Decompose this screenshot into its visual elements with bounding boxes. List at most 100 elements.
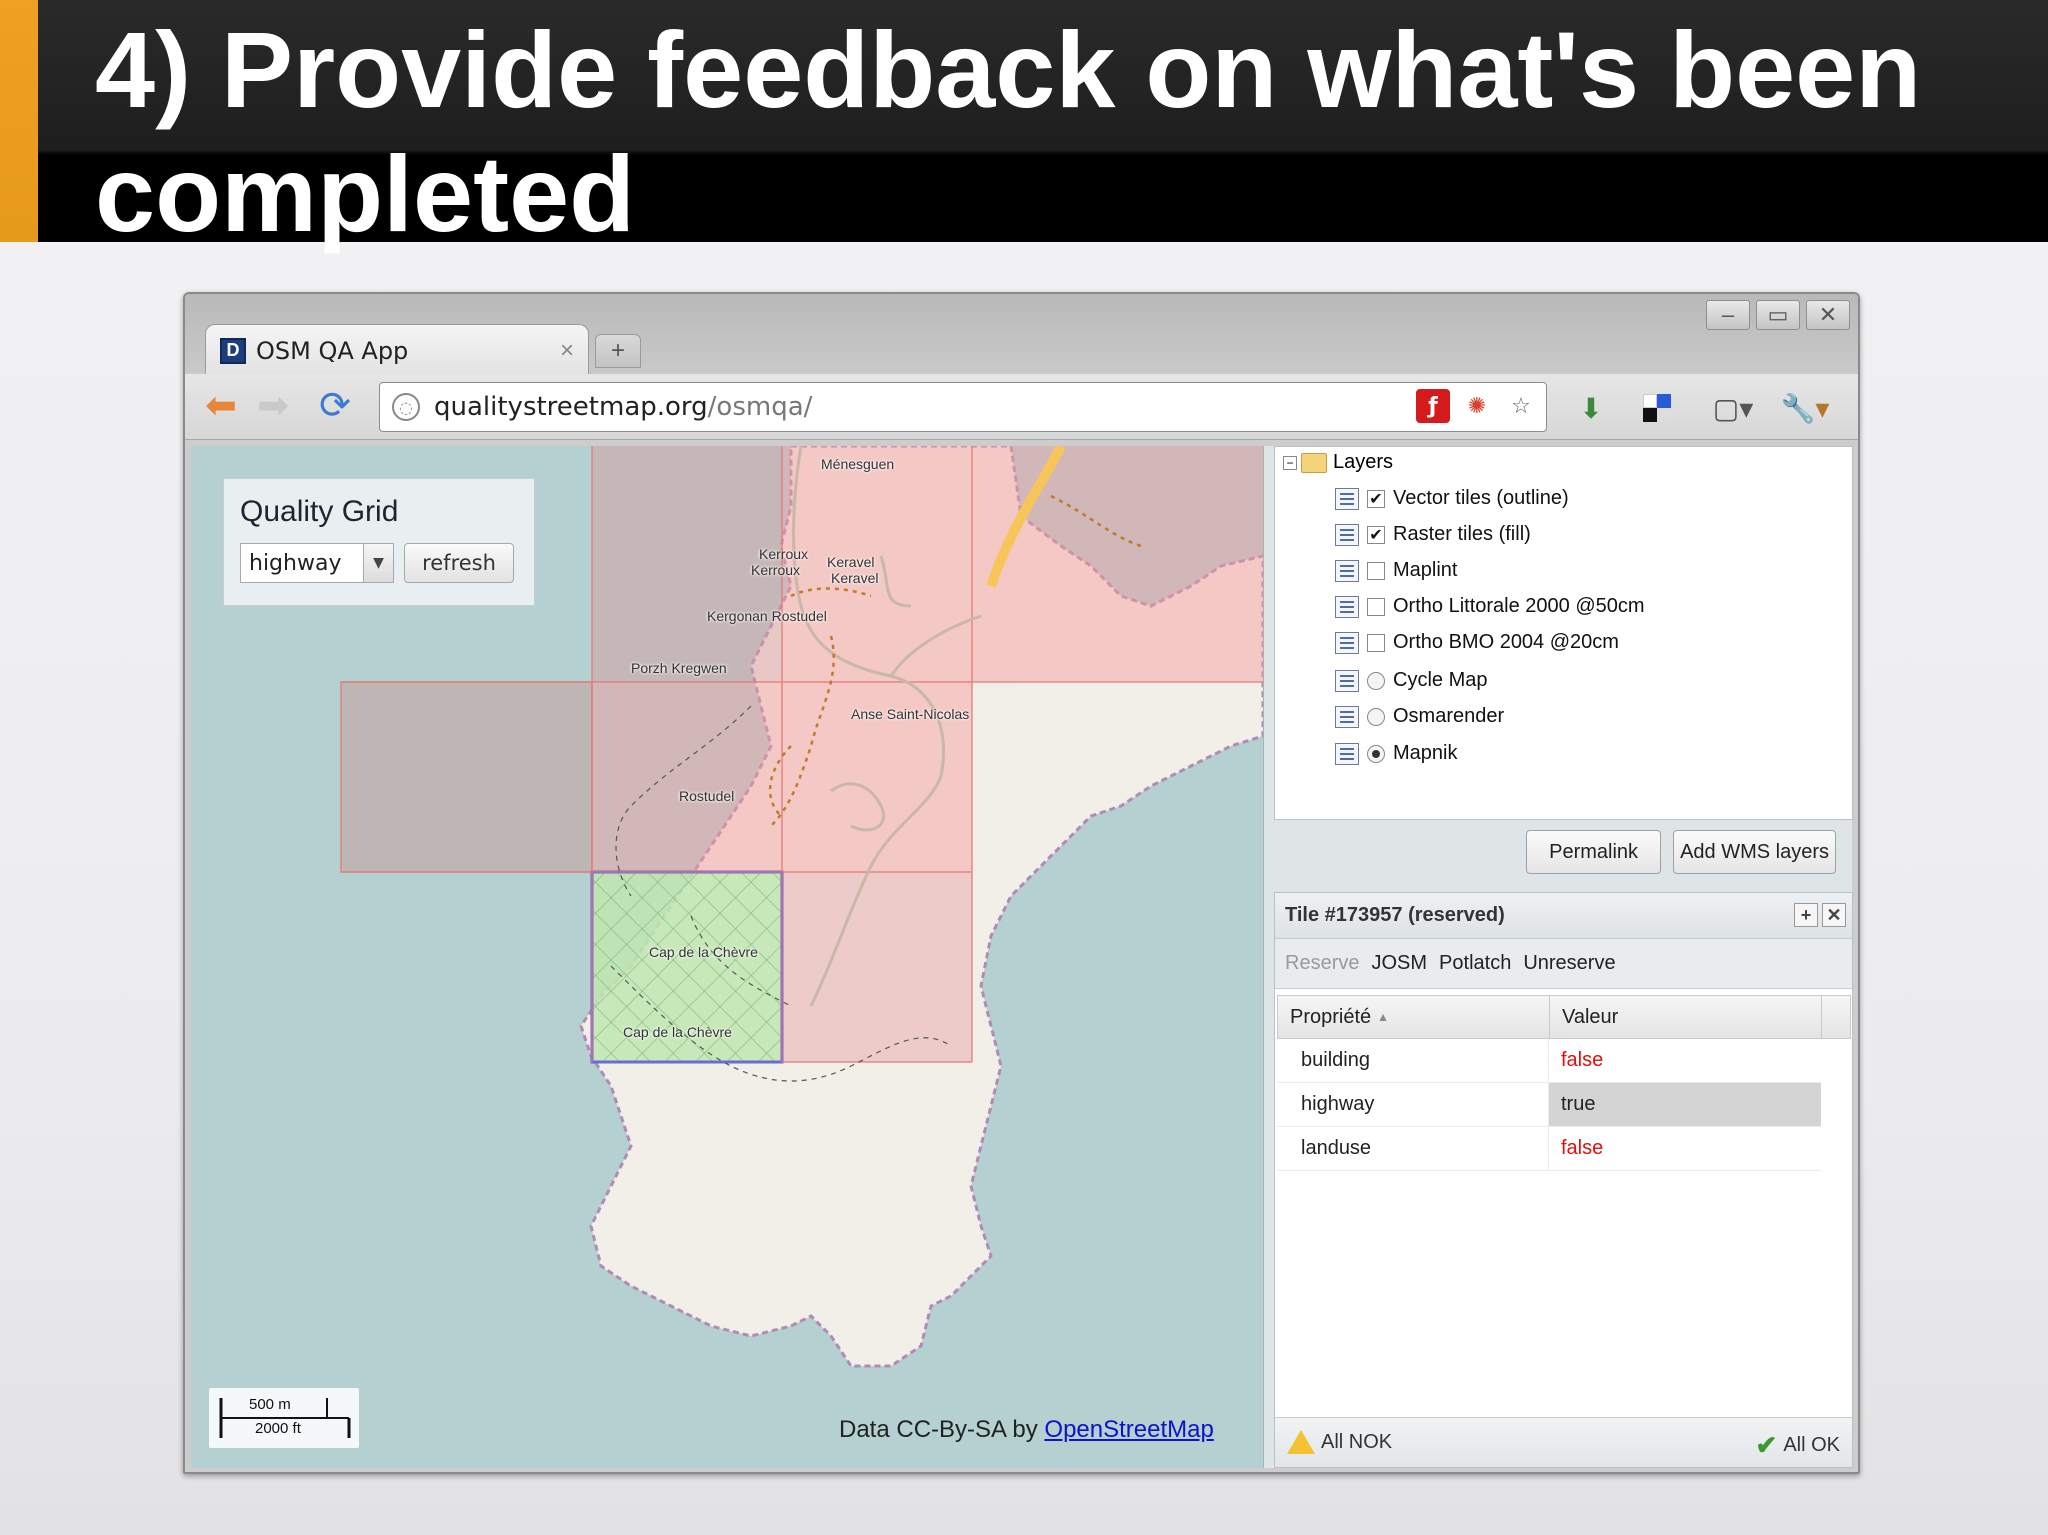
layer-item-maplint[interactable]: Maplint xyxy=(1335,559,1457,582)
layer-item-osmarender[interactable]: Osmarender xyxy=(1335,705,1504,728)
layer-icon xyxy=(1335,595,1359,618)
reload-icon[interactable]: ⟳ xyxy=(313,384,357,428)
column-header-property[interactable]: Propriété ▲ xyxy=(1278,996,1550,1038)
reserve-button[interactable]: Reserve xyxy=(1285,952,1359,975)
expand-icon[interactable]: + xyxy=(1794,903,1818,927)
column-header-value[interactable]: Valeur xyxy=(1550,996,1822,1038)
window-controls: – ▭ ✕ xyxy=(1706,300,1850,330)
url-domain: qualitystreetmap.org xyxy=(434,392,708,422)
wrench-icon[interactable]: 🔧▾ xyxy=(1775,388,1835,428)
layer-icon xyxy=(1335,742,1359,765)
collapse-icon[interactable]: − xyxy=(1283,455,1297,470)
quality-grid-select[interactable]: highway ▼ xyxy=(240,543,394,583)
forward-arrow-icon[interactable]: ➡ xyxy=(251,384,295,428)
map-label: Ménesguen xyxy=(821,456,895,472)
openstreetmap-link[interactable]: OpenStreetMap xyxy=(1044,1416,1213,1443)
minimize-button[interactable]: – xyxy=(1706,300,1750,330)
browser-titlebar: D OSM QA App × + – ▭ ✕ xyxy=(185,294,1858,376)
layer-checkbox[interactable]: ✔ xyxy=(1367,489,1385,508)
layer-label: Mapnik xyxy=(1393,742,1458,764)
map-label: Kergonan Rostudel xyxy=(707,608,827,624)
layers-root[interactable]: − Layers xyxy=(1283,451,1393,474)
scale-metric: 500 m xyxy=(249,1396,291,1413)
layer-item-raster-tiles[interactable]: ✔ Raster tiles (fill) xyxy=(1335,523,1531,546)
chevron-down-icon[interactable]: ▼ xyxy=(363,544,393,582)
page-content: Ménesguen Kerroux Kerroux Keravel Kerave… xyxy=(191,446,1853,1468)
refresh-button[interactable]: refresh xyxy=(404,543,514,583)
side-panel: − Layers ✔ Vector tiles (outline) ✔ Rast… xyxy=(1263,446,1853,1468)
tile-footer: All NOK ✔ All OK xyxy=(1275,1417,1852,1467)
close-icon[interactable]: ✕ xyxy=(1822,903,1846,927)
star-icon[interactable]: ☆ xyxy=(1504,389,1538,423)
column-header-value-label: Valeur xyxy=(1562,1005,1619,1028)
map-label: Kerroux xyxy=(751,562,801,578)
folder-icon xyxy=(1301,452,1327,473)
tile-header: Tile #173957 (reserved) + ✕ xyxy=(1275,893,1852,939)
layer-label: Cycle Map xyxy=(1393,669,1488,691)
layer-icon xyxy=(1335,705,1359,728)
grid-tile xyxy=(782,872,972,1062)
quality-grid-title: Quality Grid xyxy=(240,495,399,528)
page-menu-icon[interactable]: ▢▾ xyxy=(1703,388,1763,428)
column-header-property-label: Propriété xyxy=(1290,1005,1372,1028)
slide-header: 4) Provide feedback on what's been compl… xyxy=(0,0,2048,254)
delicious-icon[interactable] xyxy=(1637,388,1677,428)
layer-checkbox[interactable] xyxy=(1367,633,1385,652)
address-bar[interactable]: ◌ qualitystreetmap.org/osmqa/ ƒ ✺ ☆ xyxy=(379,382,1547,432)
layers-root-label: Layers xyxy=(1333,451,1394,473)
extension-icon[interactable]: ⬇ xyxy=(1571,388,1611,428)
map-label: Cap de la Chèvre xyxy=(649,944,758,960)
layer-radio[interactable] xyxy=(1367,671,1385,690)
tile-tools: + ✕ xyxy=(1794,903,1846,927)
layer-icon xyxy=(1335,487,1359,510)
all-ok-button[interactable]: ✔ All OK xyxy=(1756,1430,1840,1461)
property-value[interactable]: false xyxy=(1549,1127,1821,1170)
pdf-icon[interactable]: ƒ xyxy=(1416,389,1450,423)
unreserve-button[interactable]: Unreserve xyxy=(1523,952,1615,975)
map-label: Kerroux xyxy=(759,546,809,562)
layer-checkbox[interactable] xyxy=(1367,597,1385,616)
tab-close-icon[interactable]: × xyxy=(560,337,574,365)
attribution-text: Data CC-By-SA by xyxy=(839,1416,1038,1443)
browser-tab[interactable]: D OSM QA App × xyxy=(205,324,589,376)
close-window-button[interactable]: ✕ xyxy=(1806,300,1850,330)
maximize-button[interactable]: ▭ xyxy=(1756,300,1800,330)
layer-icon xyxy=(1335,631,1359,654)
tab-title: OSM QA App xyxy=(256,336,409,365)
map-label: Keravel xyxy=(827,554,875,570)
map-view[interactable]: Ménesguen Kerroux Kerroux Keravel Kerave… xyxy=(191,446,1263,1468)
property-key: landuse xyxy=(1277,1127,1549,1170)
browser-window: D OSM QA App × + – ▭ ✕ ⬅ ➡ ⟳ ◌ qualityst… xyxy=(183,292,1860,1474)
layer-item-ortho-littorale[interactable]: Ortho Littorale 2000 @50cm xyxy=(1335,595,1645,618)
property-row[interactable]: landuse false xyxy=(1277,1127,1821,1171)
address-bar-icons: ƒ ✺ ☆ xyxy=(1416,389,1538,423)
layer-radio-selected[interactable] xyxy=(1367,744,1385,763)
permalink-button[interactable]: Permalink xyxy=(1526,830,1662,874)
property-row[interactable]: building false xyxy=(1277,1039,1821,1083)
layer-item-cycle-map[interactable]: Cycle Map xyxy=(1335,669,1487,692)
layer-item-ortho-bmo[interactable]: Ortho BMO 2004 @20cm xyxy=(1335,631,1619,654)
new-tab-button[interactable]: + xyxy=(595,334,641,368)
checkmark-icon: ✔ xyxy=(1755,1430,1778,1460)
layer-item-vector-tiles[interactable]: ✔ Vector tiles (outline) xyxy=(1335,487,1569,510)
layer-label: Ortho BMO 2004 @20cm xyxy=(1393,631,1619,653)
all-nok-button[interactable]: All NOK xyxy=(1287,1430,1392,1454)
property-value-selected[interactable]: true xyxy=(1549,1083,1821,1126)
josm-button[interactable]: JOSM xyxy=(1371,952,1427,975)
layer-checkbox[interactable]: ✔ xyxy=(1367,525,1385,544)
grid-tile xyxy=(782,446,972,682)
layer-item-mapnik[interactable]: Mapnik xyxy=(1335,742,1457,765)
back-arrow-icon[interactable]: ⬅ xyxy=(199,384,243,428)
property-row[interactable]: highway true xyxy=(1277,1083,1821,1127)
map-label: Porzh Kregwen xyxy=(631,660,727,676)
layer-label: Raster tiles (fill) xyxy=(1393,523,1531,545)
layer-radio[interactable] xyxy=(1367,707,1385,726)
grid-tile xyxy=(341,682,592,872)
property-key: building xyxy=(1277,1039,1549,1082)
potlatch-button[interactable]: Potlatch xyxy=(1439,952,1511,975)
layer-checkbox[interactable] xyxy=(1367,561,1385,580)
add-wms-layers-button[interactable]: Add WMS layers xyxy=(1673,830,1836,874)
property-value[interactable]: false xyxy=(1549,1039,1821,1082)
firebug-icon[interactable]: ✺ xyxy=(1460,389,1494,423)
map-attribution: Data CC-By-SA by OpenStreetMap xyxy=(839,1416,1214,1444)
